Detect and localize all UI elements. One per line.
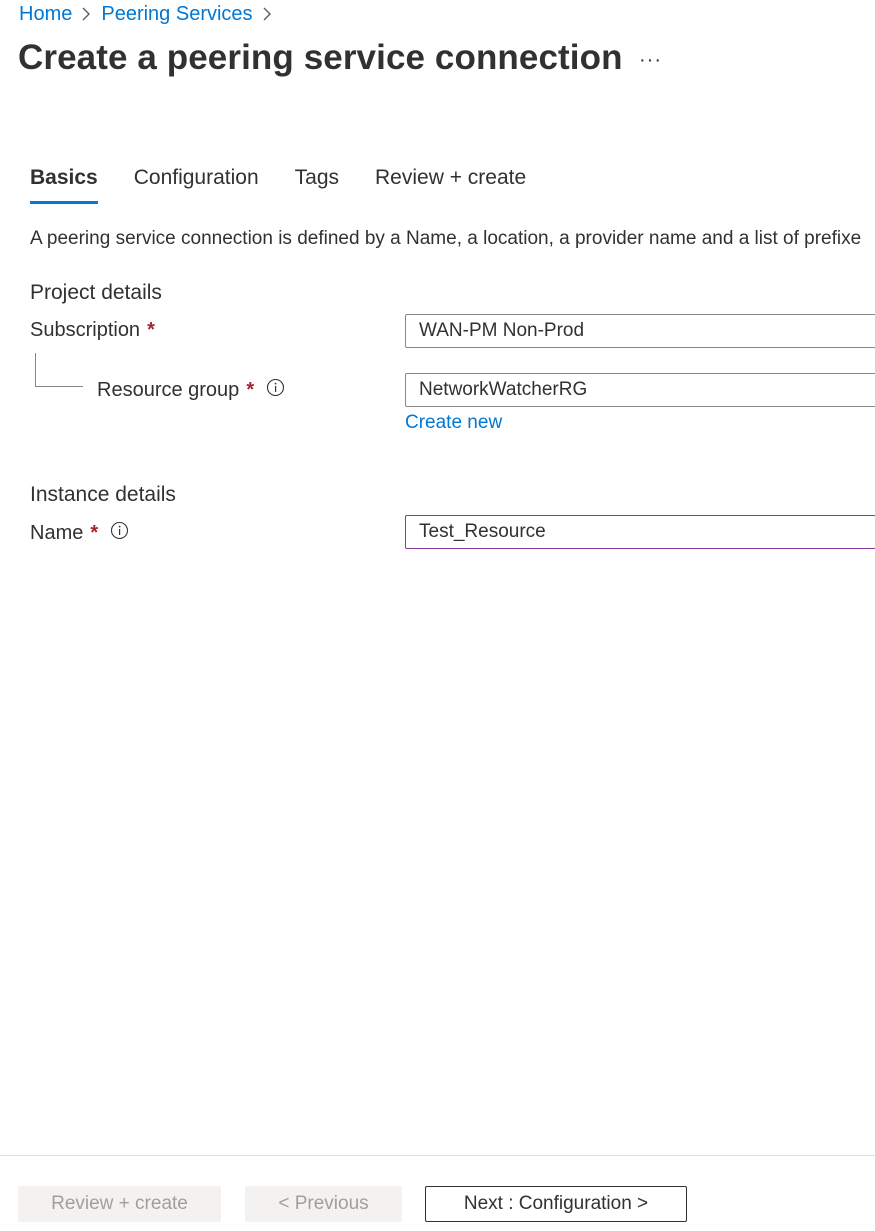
- name-label-text: Name: [30, 522, 84, 544]
- tab-list: Basics Configuration Tags Review + creat…: [30, 166, 562, 204]
- tab-review-create[interactable]: Review + create: [375, 166, 526, 204]
- description-text: A peering service connection is defined …: [30, 228, 862, 249]
- tab-basics[interactable]: Basics: [30, 166, 98, 204]
- required-marker: *: [246, 379, 255, 401]
- review-create-button[interactable]: Review + create: [18, 1186, 221, 1222]
- chevron-right-icon: [263, 7, 272, 21]
- subscription-label-text: Subscription: [30, 319, 141, 341]
- page: Home Peering Services Create a peering s…: [0, 0, 875, 1231]
- name-label: Name *: [30, 521, 129, 546]
- name-input[interactable]: Test_Resource: [405, 515, 875, 549]
- subscription-dropdown[interactable]: WAN-PM Non-Prod: [405, 314, 875, 348]
- required-marker: *: [147, 319, 155, 341]
- more-options-button[interactable]: ···: [639, 50, 662, 70]
- previous-button[interactable]: < Previous: [245, 1186, 402, 1222]
- page-title: Create a peering service connection: [18, 38, 623, 77]
- tree-connector: [35, 386, 83, 387]
- tab-configuration[interactable]: Configuration: [134, 166, 259, 204]
- resource-group-label: Resource group *: [97, 378, 285, 403]
- subscription-label: Subscription *: [30, 319, 155, 342]
- info-icon[interactable]: [110, 521, 129, 546]
- info-icon[interactable]: [266, 378, 285, 403]
- next-configuration-button[interactable]: Next : Configuration >: [425, 1186, 687, 1222]
- breadcrumb: Home Peering Services: [19, 1, 282, 27]
- instance-details-heading: Instance details: [30, 483, 176, 506]
- resource-group-dropdown[interactable]: NetworkWatcherRG: [405, 373, 875, 407]
- required-marker: *: [90, 522, 99, 544]
- footer-divider: [0, 1155, 875, 1156]
- project-details-heading: Project details: [30, 281, 162, 304]
- chevron-right-icon: [82, 7, 91, 21]
- breadcrumb-home-link[interactable]: Home: [19, 3, 72, 26]
- resource-group-label-text: Resource group: [97, 379, 240, 401]
- create-new-link[interactable]: Create new: [405, 412, 502, 434]
- breadcrumb-peering-services-link[interactable]: Peering Services: [101, 3, 252, 26]
- tree-connector: [35, 353, 36, 386]
- tab-tags[interactable]: Tags: [295, 166, 339, 204]
